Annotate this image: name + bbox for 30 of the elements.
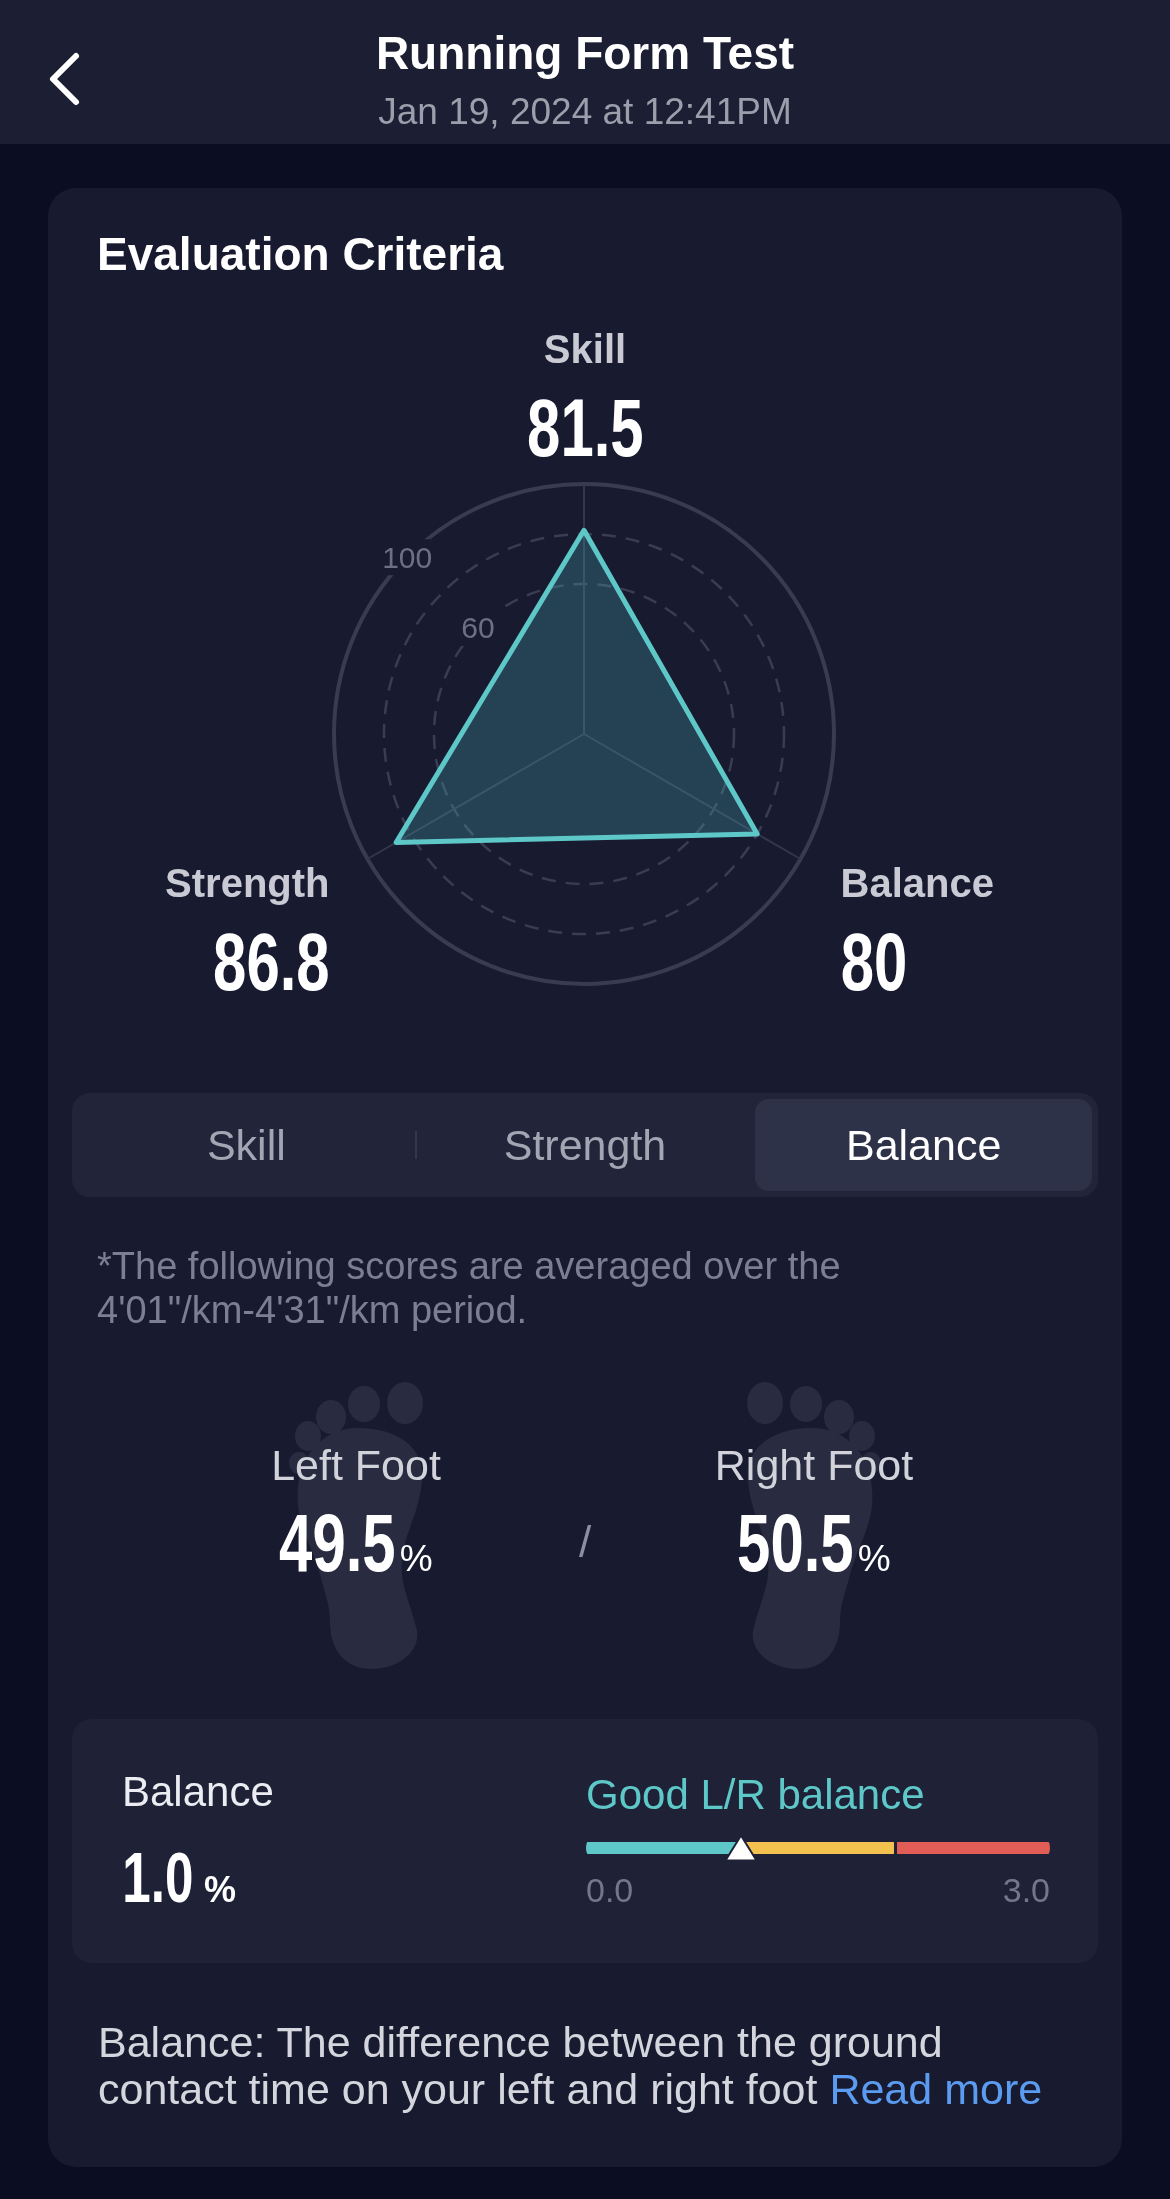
footnote-text: *The following scores are averaged over the 4'01"/km-4'31"/km period. [96, 1244, 842, 1332]
axis-label: Strength [165, 860, 330, 907]
section-title: Evaluation Criteria [96, 227, 505, 281]
axis-label: Balance [840, 860, 994, 907]
scale-max-label: 3.0 [1002, 1870, 1050, 1910]
slash-separator: / [578, 1516, 592, 1568]
tick-label: 100 [381, 540, 432, 574]
metric-label: Balance [122, 1768, 274, 1816]
percentage-value: 49.5 [279, 1511, 396, 1575]
read-more-link[interactable]: Read more [829, 2065, 1043, 2113]
percentage-value: 50.5 [737, 1511, 854, 1575]
description-text: Balance: The difference between the ground contact time on your left and right foot Read more [97, 2019, 1044, 2113]
percent-unit: % [399, 1537, 433, 1581]
axis-label: Skill [543, 326, 627, 373]
page-title: Running Form Test [375, 26, 795, 81]
tab[interactable]: Balance [755, 1099, 1092, 1191]
foot-label: Left Foot [271, 1441, 441, 1489]
tab[interactable]: Skill [78, 1099, 415, 1191]
score-value: 86.8 [213, 930, 330, 994]
score-value: 80 [840, 930, 908, 994]
score-value: 81.5 [526, 396, 644, 460]
scale-min-label: 0.0 [586, 1870, 634, 1910]
tick-label: 60 [460, 611, 495, 645]
percent-unit: % [204, 1868, 237, 1912]
status-text: Good L/R balance [586, 1771, 926, 1819]
percent-unit: % [857, 1537, 891, 1581]
metric-value: 1.0 [122, 1851, 194, 1905]
page-subtitle: Jan 19, 2024 at 12:41PM [378, 90, 792, 134]
foot-label: Right Foot [714, 1441, 914, 1489]
tab[interactable]: Strength [416, 1099, 754, 1191]
